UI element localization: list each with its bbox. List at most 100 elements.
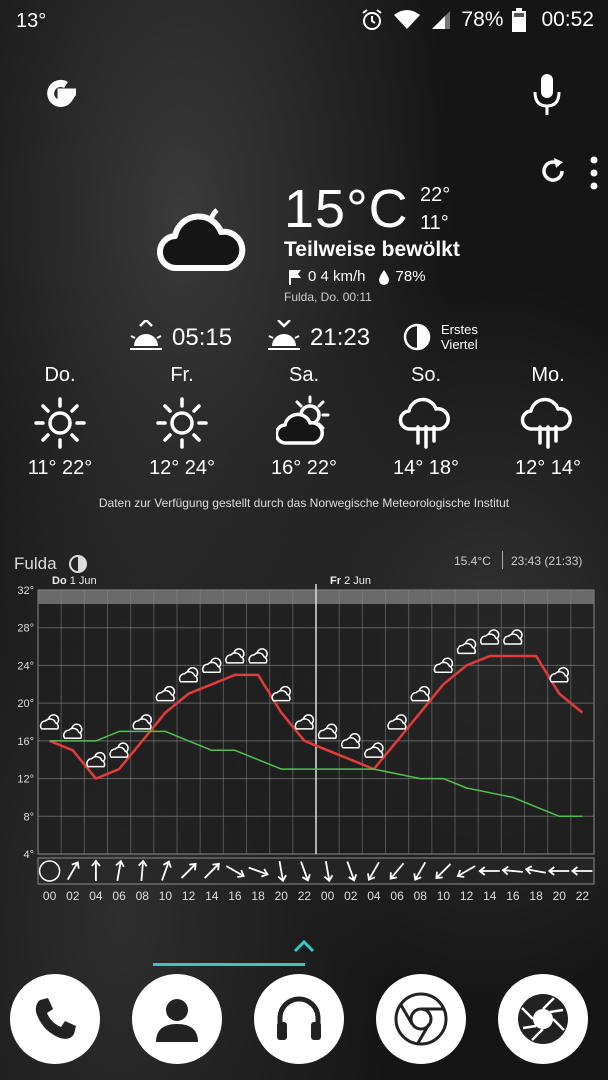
refresh-icon[interactable] [538, 156, 568, 186]
chart-x-tick-label: 12 [182, 889, 196, 903]
chart-y-tick-label: 20° [17, 698, 34, 710]
camera-app-button[interactable] [498, 974, 588, 1064]
forecast-day-name: Sa. [288, 364, 320, 386]
phone-icon [35, 998, 76, 1039]
forecast-day-name: So. [410, 364, 442, 386]
chart-y-tick-label: 12° [17, 774, 34, 786]
chart-x-tick-label: 16 [228, 889, 242, 903]
chart-x-tick-label: 10 [437, 889, 451, 903]
music-icon [277, 996, 321, 1040]
forecast-day-name: Do. [44, 364, 76, 386]
forecast-temps: 12° 14° [514, 457, 582, 479]
app-dock [0, 974, 608, 1080]
current-temperature[interactable]: 15°C [284, 178, 409, 240]
chart-x-tick-label: 00 [321, 889, 335, 903]
forecast-day[interactable]: So. 14° 18° [378, 364, 474, 480]
sun-icon [34, 397, 86, 449]
moon-phase-line1: Erstes [441, 322, 478, 337]
drawer-indicator [153, 963, 305, 966]
forecast-temps: 12° 24° [148, 457, 216, 479]
flag-icon [289, 269, 301, 285]
drop-icon [378, 269, 389, 285]
status-left-temp: 13° [16, 10, 47, 32]
moon-phase-label: Erstes Viertel [441, 322, 478, 352]
high-temperature: 22° [420, 184, 451, 206]
chart-x-tick-label: 22 [576, 889, 590, 903]
humidity-text: 78% [395, 268, 426, 285]
chevron-up-icon[interactable] [292, 938, 316, 954]
wind-text: 0 4 km/h [308, 268, 366, 285]
chart-x-tick-label: 08 [414, 889, 428, 903]
condition-text: Teilweise bewölkt [284, 238, 460, 261]
alarm-icon [362, 9, 383, 30]
low-temperature: 11° [420, 212, 449, 234]
status-right: 78% 00:52 [360, 8, 594, 32]
chart-y-tick-label: 16° [17, 736, 34, 748]
contacts-app-button[interactable] [132, 974, 222, 1064]
forecast-day[interactable]: Fr. 12° 24° [134, 364, 230, 480]
music-app-button[interactable] [254, 974, 344, 1064]
location-updated: Fulda, Do. 00:11 [284, 290, 372, 304]
chart-x-tick-label: 08 [136, 889, 150, 903]
chart-x-tick-label: 04 [367, 889, 381, 903]
status-bar: 13° 78% 00:52 [0, 0, 608, 44]
chart-y-tick-label: 4° [23, 849, 34, 861]
chart-x-tick-label: 20 [553, 889, 567, 903]
wifi-icon [394, 10, 421, 29]
chart-y-tick-label: 24° [17, 660, 34, 672]
chart-x-tick-label: 02 [66, 889, 80, 903]
chart-x-tick-label: 16 [506, 889, 520, 903]
wind-humidity: 0 4 km/h 78% [288, 268, 426, 285]
chart-x-tick-label: 20 [275, 889, 289, 903]
rain-cloud-icon [520, 397, 572, 449]
data-credit: Daten zur Verfügung gestellt durch das N… [98, 496, 510, 510]
chart-time-info: 23:43 (21:33) [511, 554, 583, 568]
chart-header-divider [502, 551, 503, 569]
forecast-temps: 11° 22° [27, 457, 93, 479]
cloud-moon-icon [157, 208, 246, 272]
chart-location: Fulda [14, 554, 57, 573]
chart-x-tick-label: 04 [89, 889, 103, 903]
meteogram-chart: 32° 28° 24° 20° 16° 12° 8° 4° 00 02 04 06 08 10 12 14 16… [17, 584, 595, 903]
rain-cloud-icon [398, 397, 450, 449]
chart-moon-icon [69, 555, 87, 573]
forecast-temps: 16° 22° [270, 457, 338, 479]
chart-x-tick-label: 12 [460, 889, 474, 903]
more-options-icon[interactable] [588, 156, 600, 190]
forecast-day-name: Fr. [170, 364, 194, 386]
chart-x-tick-label: 10 [159, 889, 173, 903]
contacts-icon [156, 999, 198, 1042]
forecast-temps: 14° 18° [392, 457, 460, 479]
sunrise-time: 05:15 [172, 324, 233, 351]
battery-icon [512, 8, 527, 32]
chart-x-tick-label: 14 [483, 889, 497, 903]
chart-y-tick-label: 8° [23, 811, 34, 823]
browser-icon [394, 992, 448, 1046]
meteogram-widget[interactable]: Fulda 15.4°C 23:43 (21:33) Do 1 Jun Fr 2… [0, 548, 608, 918]
mic-icon[interactable] [530, 72, 564, 118]
forecast-day[interactable]: Sa. 16° 22° [256, 364, 352, 480]
moon-phase-icon [403, 323, 431, 351]
chart-x-tick-label: 02 [344, 889, 358, 903]
signal-icon [432, 11, 451, 29]
forecast-day[interactable]: Do. 11° 22° [12, 364, 108, 480]
chart-x-tick-label: 18 [529, 889, 543, 903]
clock: 00:52 [541, 8, 594, 31]
phone-app-button[interactable] [10, 974, 100, 1064]
chart-x-tick-label: 06 [112, 889, 126, 903]
sunset-time: 21:23 [310, 324, 371, 351]
moon-phase-line2: Viertel [441, 337, 478, 352]
sunset-icon [268, 320, 300, 350]
sun-moon-row: 05:15 21:23 Erstes Viertel [0, 320, 608, 356]
google-icon[interactable] [40, 74, 82, 116]
sunrise-icon [130, 320, 162, 350]
forecast-day[interactable]: Mo. 12° 14° [500, 364, 596, 480]
daily-forecast: Do. 11° 22° Fr. 12° 24° Sa. 16° 22° So. … [0, 364, 608, 504]
chart-current-temp: 15.4°C [454, 554, 491, 568]
battery-percent: 78% [461, 8, 504, 31]
browser-app-button[interactable] [376, 974, 466, 1064]
partly-cloudy-icon [276, 395, 330, 445]
chart-x-tick-label: 18 [251, 889, 265, 903]
chart-x-tick-label: 14 [205, 889, 219, 903]
chart-x-tick-label: 22 [298, 889, 312, 903]
